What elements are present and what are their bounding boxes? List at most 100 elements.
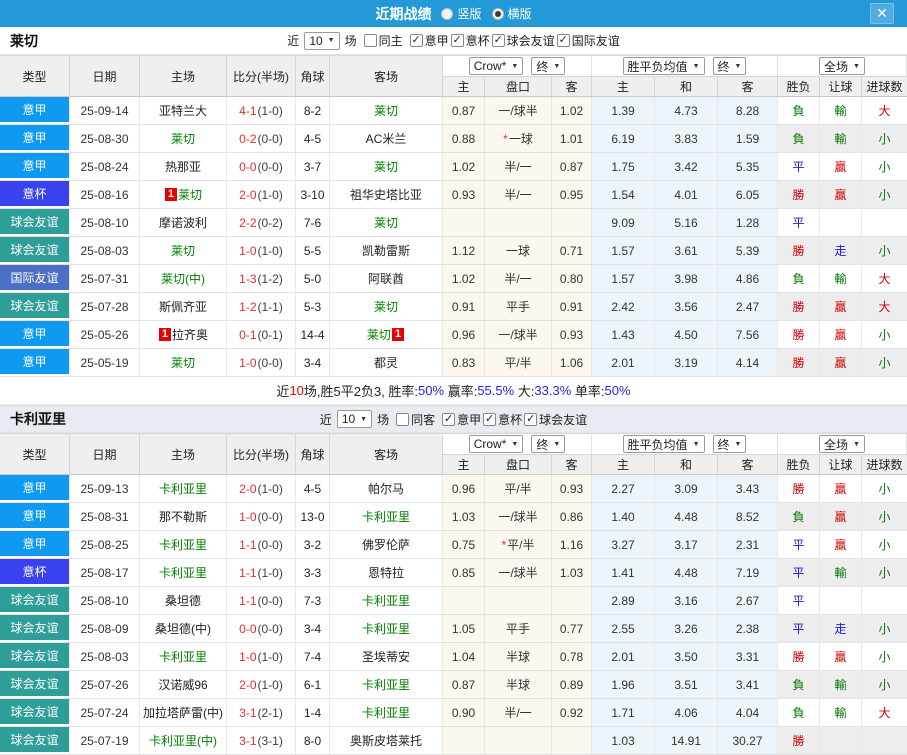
layout-radio-horizontal[interactable]: 横版 xyxy=(491,5,532,22)
league-filter[interactable]: ✓ 国际友谊 xyxy=(556,32,620,49)
avg-away: 2.38 xyxy=(718,615,778,642)
opponent-team-name: 斯佩齐亚 xyxy=(158,300,207,314)
result-goals-value: 小 xyxy=(878,188,891,202)
avg-time-select[interactable]: 终 xyxy=(712,57,747,75)
handicap-line xyxy=(485,727,552,754)
avg-time-select[interactable]: 终 xyxy=(712,435,747,453)
checkbox-checked-icon[interactable]: ✓ xyxy=(483,412,497,426)
avg-draw: 4.01 xyxy=(655,181,718,208)
league-filter[interactable]: ✓ 球会友谊 xyxy=(524,411,587,428)
result-win-lose-value: 平 xyxy=(792,622,805,636)
odds-time-select[interactable]: 终 xyxy=(531,57,566,75)
league-filter-label: 意杯 xyxy=(498,412,523,427)
match-date: 25-08-24 xyxy=(70,153,140,180)
fulltime-score: 1-2 xyxy=(239,299,257,314)
match-type-badge: 意杯 xyxy=(0,181,70,208)
match-type-badge: 意甲 xyxy=(0,125,70,152)
avg-type-select[interactable]: 胜平负均值 xyxy=(622,435,705,453)
result-goals: 小 xyxy=(862,643,907,670)
near-count-select[interactable]: 10 xyxy=(336,410,373,428)
scope-select[interactable]: 全场 xyxy=(819,57,865,75)
league-filter[interactable]: ✓ 球会友谊 xyxy=(491,32,555,49)
league-filter[interactable]: ✓ 意杯 xyxy=(450,32,490,49)
odds-home: 0.87 xyxy=(443,97,485,124)
match-row: 意甲 25-09-14 亚特兰大 4-1 (1-0) 8-2 莱切 0.87 一/球半 1.02 1… xyxy=(0,97,907,125)
checkbox-checked-icon[interactable]: ✓ xyxy=(450,34,464,47)
checkbox-checked-icon[interactable]: ✓ xyxy=(524,412,538,426)
opponent-team-name: 拉齐奥 xyxy=(172,328,209,342)
avg-draw: 4.50 xyxy=(655,321,718,348)
result-goals: 小 xyxy=(862,321,907,348)
fulltime-score: 1-0 xyxy=(239,243,257,258)
close-button[interactable]: ✕ xyxy=(870,3,894,24)
result-handicap: 贏 xyxy=(820,293,862,320)
away-team: 佛罗伦萨 xyxy=(330,531,443,558)
league-filter-label: 球会友谊 xyxy=(539,412,588,427)
match-row: 意甲 25-05-26 1 拉齐奥 0-1 (0-1) 14-4 莱切 1 0.96 一/球半 0.9… xyxy=(0,321,907,349)
league-filter-label: 意甲 xyxy=(457,412,482,427)
away-team: 卡利亚里 xyxy=(330,671,443,698)
corner-count: 4-5 xyxy=(296,125,330,152)
result-win-lose-value: 負 xyxy=(792,678,805,692)
checkbox-unchecked-icon[interactable] xyxy=(363,34,377,47)
odds-company-select[interactable]: Crow* xyxy=(468,435,524,453)
home-team: 加拉塔萨雷(中) xyxy=(140,699,227,726)
result-win-lose-value: 勝 xyxy=(792,734,805,748)
avg-home: 2.27 xyxy=(592,475,655,502)
corner-count: 8-2 xyxy=(296,97,330,124)
summary-segment: 赢率: xyxy=(444,384,478,399)
match-date: 25-08-30 xyxy=(70,125,140,152)
away-team: AC米兰 xyxy=(330,125,443,152)
halftime-score: (0-0) xyxy=(257,509,283,524)
scope-select[interactable]: 全场 xyxy=(819,435,865,453)
checkbox-unchecked-icon[interactable] xyxy=(396,412,410,426)
match-date: 25-07-24 xyxy=(70,699,140,726)
match-type-badge: 球会友谊 xyxy=(0,727,70,754)
checkbox-checked-icon[interactable]: ✓ xyxy=(409,34,423,47)
near-count-select[interactable]: 10 xyxy=(304,31,340,50)
corner-count: 1-4 xyxy=(296,699,330,726)
odds-away: 0.80 xyxy=(552,265,592,292)
focus-team-name: 卡利亚里 xyxy=(158,538,207,552)
odds-company-select[interactable]: Crow* xyxy=(468,57,524,75)
match-type-badge: 意甲 xyxy=(0,321,70,348)
same-venue-filter[interactable]: 同客 xyxy=(396,411,435,428)
table1-body: 意甲 25-09-14 亚特兰大 4-1 (1-0) 8-2 莱切 0.87 一/球半 1.02 1… xyxy=(0,97,907,377)
halftime-score: (1-0) xyxy=(257,649,283,664)
avg-draw: 4.48 xyxy=(655,503,718,530)
score: 0-1 (0-1) xyxy=(227,321,296,348)
opponent-team-name: 阿联酋 xyxy=(367,272,404,286)
match-row: 意杯 25-08-17 卡利亚里 1-1 (1-0) 3-3 恩特拉 0.85 一/球半 1.03… xyxy=(0,559,907,587)
result-win-lose: 平 xyxy=(778,209,820,236)
radio-selected-icon[interactable] xyxy=(491,7,504,20)
layout-radio-vertical[interactable]: 竖版 xyxy=(441,5,482,22)
league-filter[interactable]: ✓ 意甲 xyxy=(409,32,449,49)
result-handicap: 贏 xyxy=(820,181,862,208)
checkbox-checked-icon[interactable]: ✓ xyxy=(442,412,456,426)
league-filter-label: 意甲 xyxy=(424,34,449,48)
avg-type-select[interactable]: 胜平负均值 xyxy=(622,57,705,75)
handicap-line: 半/一 xyxy=(485,699,552,726)
team2-name: 卡利亚里 xyxy=(10,411,66,427)
result-goals-value: 小 xyxy=(878,622,891,636)
handicap-line: 一/球半 xyxy=(485,321,552,348)
fulltime-score: 1-0 xyxy=(239,649,257,664)
result-goals: 小 xyxy=(862,503,907,530)
odds-home: 1.02 xyxy=(443,265,485,292)
same-venue-filter[interactable]: 同主 xyxy=(363,32,403,49)
avg-home: 1.57 xyxy=(592,265,655,292)
result-handicap-value: 輸 xyxy=(834,706,847,720)
result-win-lose-value: 平 xyxy=(792,566,805,580)
odds-time-select[interactable]: 终 xyxy=(531,435,566,453)
away-team: 凯勒雷斯 xyxy=(330,237,443,264)
result-handicap: 贏 xyxy=(820,643,862,670)
odds-away: 0.78 xyxy=(552,643,592,670)
league-filter[interactable]: ✓ 意杯 xyxy=(483,411,522,428)
radio-unselected-icon[interactable] xyxy=(441,7,454,20)
checkbox-checked-icon[interactable]: ✓ xyxy=(556,34,570,47)
checkbox-checked-icon[interactable]: ✓ xyxy=(491,34,505,47)
league-filter[interactable]: ✓ 意甲 xyxy=(442,411,481,428)
score: 1-0 (0-0) xyxy=(227,349,296,376)
avg-away: 4.14 xyxy=(718,349,778,376)
match-row: 意甲 25-08-30 莱切 0-2 (0-0) 4-5 AC米兰 0.88 * 一球 1.01 6.… xyxy=(0,125,907,153)
